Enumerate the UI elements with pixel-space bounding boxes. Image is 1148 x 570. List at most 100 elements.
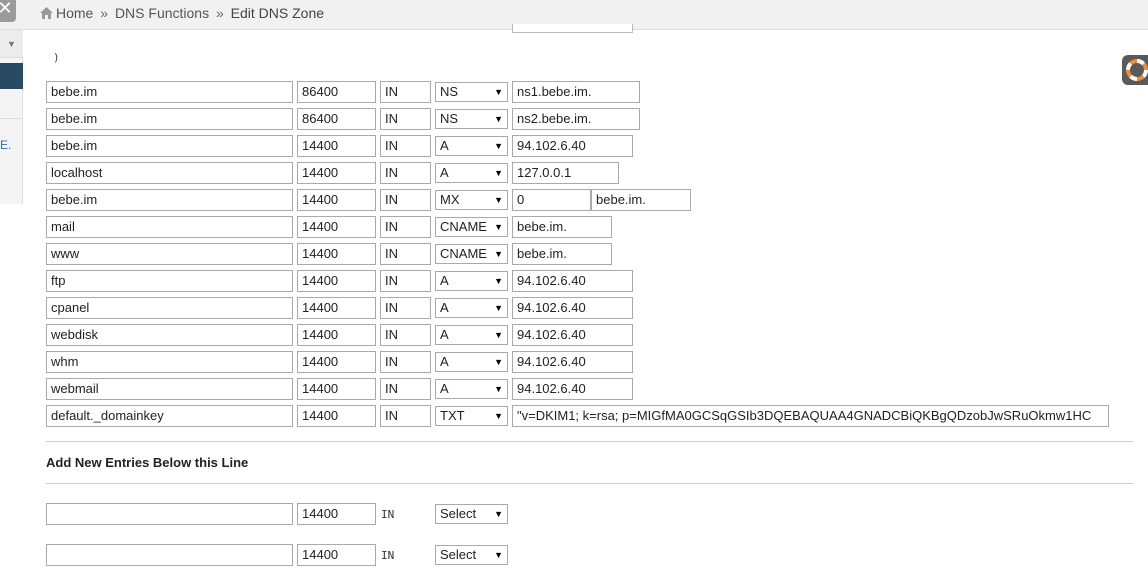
record-class-input[interactable]: IN	[380, 216, 431, 238]
add-new-entries-title: Add New Entries Below this Line	[46, 455, 249, 470]
record-name-input[interactable]: whm	[46, 351, 293, 373]
record-mx-target-input[interactable]: bebe.im.	[591, 189, 691, 211]
record-name-input[interactable]: www	[46, 243, 293, 265]
record-class-input[interactable]: IN	[380, 297, 431, 319]
record-type-select[interactable]: CNAME ▼	[435, 217, 508, 237]
record-name-input[interactable]: webmail	[46, 378, 293, 400]
record-value-input[interactable]: 94.102.6.40	[512, 378, 633, 400]
dns-record-row: www 14400 IN CNAME ▼ bebe.im.	[0, 243, 1148, 269]
record-ttl-input[interactable]: 14400	[297, 270, 376, 292]
new-entry-type-select[interactable]: Select ▼	[435, 504, 508, 524]
record-type-value: CNAME	[440, 219, 487, 234]
record-value-input[interactable]: 94.102.6.40	[512, 270, 633, 292]
record-ttl-input[interactable]: 14400	[297, 216, 376, 238]
record-value-input[interactable]: bebe.im.	[512, 216, 612, 238]
dropdown-arrow-icon: ▼	[494, 168, 503, 178]
record-type-select[interactable]: NS ▼	[435, 82, 508, 102]
record-class-input[interactable]: IN	[380, 81, 431, 103]
record-name-input[interactable]: webdisk	[46, 324, 293, 346]
partial-input-above[interactable]	[512, 24, 633, 33]
breadcrumb-separator: »	[100, 5, 109, 21]
record-type-value: A	[440, 273, 449, 288]
record-ttl-input[interactable]: 86400	[297, 108, 376, 130]
record-value-input[interactable]: 94.102.6.40	[512, 324, 633, 346]
record-type-value: CNAME	[440, 246, 487, 261]
record-name-input[interactable]: bebe.im	[46, 108, 293, 130]
record-ttl-input[interactable]: 14400	[297, 297, 376, 319]
lifebuoy-icon	[1126, 59, 1148, 81]
record-name-input[interactable]: default._domainkey	[46, 405, 293, 427]
record-class-input[interactable]: IN	[380, 378, 431, 400]
records-divider	[46, 441, 1133, 442]
record-name-input[interactable]: bebe.im	[46, 135, 293, 157]
home-icon[interactable]	[40, 6, 53, 19]
record-type-select[interactable]: TXT ▼	[435, 406, 508, 426]
new-entry-name-input[interactable]	[46, 503, 293, 525]
record-name-input[interactable]: cpanel	[46, 297, 293, 319]
record-type-value: TXT	[440, 408, 465, 423]
record-type-select[interactable]: CNAME ▼	[435, 244, 508, 264]
record-ttl-input[interactable]: 14400	[297, 351, 376, 373]
record-name-input[interactable]: ftp	[46, 270, 293, 292]
breadcrumb: Home » DNS Functions » Edit DNS Zone	[40, 5, 324, 21]
dns-record-row: ftp 14400 IN A ▼ 94.102.6.40	[0, 270, 1148, 296]
record-type-select[interactable]: A ▼	[435, 163, 508, 183]
dns-record-row: bebe.im 14400 IN MX ▼ 0 bebe.im.	[0, 189, 1148, 215]
breadcrumb-dns-functions-link[interactable]: DNS Functions	[115, 5, 209, 21]
record-type-select[interactable]: A ▼	[435, 298, 508, 318]
dropdown-arrow-icon: ▼	[494, 249, 503, 259]
record-ttl-input[interactable]: 86400	[297, 81, 376, 103]
record-class-input[interactable]: IN	[380, 189, 431, 211]
record-class-input[interactable]: IN	[380, 270, 431, 292]
record-class-input[interactable]: IN	[380, 108, 431, 130]
record-type-select[interactable]: MX ▼	[435, 190, 508, 210]
new-entry-type-select[interactable]: Select ▼	[435, 545, 508, 565]
record-value-input[interactable]: 94.102.6.40	[512, 135, 633, 157]
record-class-input[interactable]: IN	[380, 405, 431, 427]
record-ttl-input[interactable]: 14400	[297, 243, 376, 265]
dropdown-arrow-icon: ▼	[494, 303, 503, 313]
new-entry-ttl-input[interactable]: 14400	[297, 544, 376, 566]
record-type-select[interactable]: A ▼	[435, 325, 508, 345]
record-value-input[interactable]: 127.0.0.1	[512, 162, 619, 184]
record-type-select[interactable]: A ▼	[435, 136, 508, 156]
record-ttl-input[interactable]: 14400	[297, 405, 376, 427]
record-ttl-input[interactable]: 14400	[297, 189, 376, 211]
record-ttl-input[interactable]: 14400	[297, 324, 376, 346]
record-ttl-input[interactable]: 14400	[297, 135, 376, 157]
breadcrumb-home-link[interactable]: Home	[56, 5, 93, 21]
record-name-input[interactable]: mail	[46, 216, 293, 238]
record-class-input[interactable]: IN	[380, 243, 431, 265]
new-entry-ttl-input[interactable]: 14400	[297, 503, 376, 525]
record-ttl-input[interactable]: 14400	[297, 162, 376, 184]
record-ttl-input[interactable]: 14400	[297, 378, 376, 400]
record-value-input[interactable]: 94.102.6.40	[512, 297, 633, 319]
record-type-select[interactable]: A ▼	[435, 271, 508, 291]
dns-record-row: localhost 14400 IN A ▼ 127.0.0.1	[0, 162, 1148, 188]
record-value-input[interactable]: bebe.im.	[512, 243, 612, 265]
record-type-value: NS	[440, 84, 459, 99]
dropdown-arrow-icon: ▼	[494, 141, 503, 151]
record-type-value: A	[440, 300, 449, 315]
dns-record-row: mail 14400 IN CNAME ▼ bebe.im.	[0, 216, 1148, 242]
dns-record-row: bebe.im 86400 IN NS ▼ ns1.bebe.im.	[0, 81, 1148, 107]
record-name-input[interactable]: bebe.im	[46, 81, 293, 103]
record-class-input[interactable]: IN	[380, 162, 431, 184]
record-class-input[interactable]: IN	[380, 324, 431, 346]
sidebar-collapse-chevron-icon[interactable]: ▼	[0, 30, 23, 58]
record-name-input[interactable]: bebe.im	[46, 189, 293, 211]
record-value-input[interactable]: ns1.bebe.im.	[512, 81, 640, 103]
record-name-input[interactable]: localhost	[46, 162, 293, 184]
record-value-input[interactable]: ns2.bebe.im.	[512, 108, 640, 130]
record-class-input[interactable]: IN	[380, 135, 431, 157]
record-type-select[interactable]: A ▼	[435, 379, 508, 399]
record-mx-priority-input[interactable]: 0	[512, 189, 591, 211]
new-entry-name-input[interactable]	[46, 544, 293, 566]
record-class-input[interactable]: IN	[380, 351, 431, 373]
dropdown-arrow-icon: ▼	[494, 114, 503, 124]
record-type-select[interactable]: NS ▼	[435, 109, 508, 129]
record-value-input[interactable]: 94.102.6.40	[512, 351, 633, 373]
record-value-input[interactable]: "v=DKIM1; k=rsa; p=MIGfMA0GCSqGSIb3DQEBA…	[512, 405, 1109, 427]
record-type-select[interactable]: A ▼	[435, 352, 508, 372]
close-icon[interactable]: ✕	[0, 0, 16, 22]
